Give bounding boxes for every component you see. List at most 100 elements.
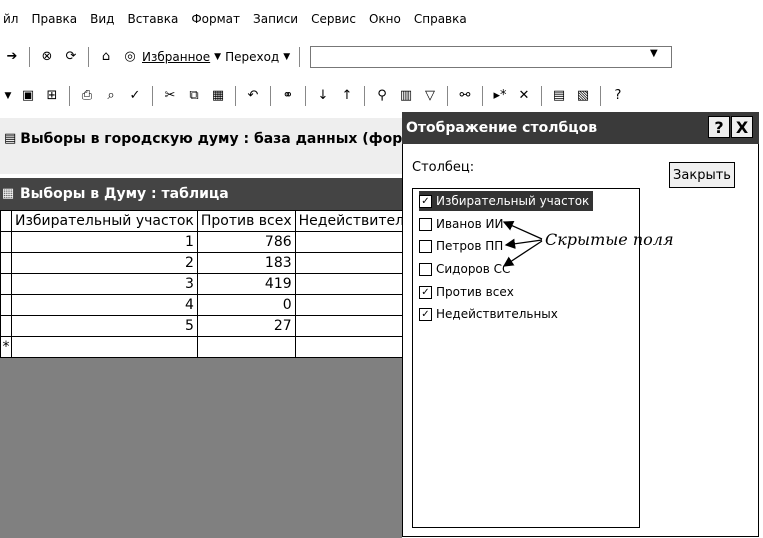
- toolbar-separator: [482, 86, 483, 106]
- menu-tools[interactable]: Сервис: [311, 12, 356, 26]
- table-cell[interactable]: [196, 336, 296, 358]
- table-row[interactable]: 4 0 11: [0, 294, 445, 316]
- column-checkbox-item[interactable]: Сидоров СС: [419, 259, 510, 279]
- database-window-title[interactable]: ▤ Выборы в городскую думу : база данных …: [0, 126, 402, 152]
- copy-icon[interactable]: ⧉: [186, 88, 202, 104]
- menu-help[interactable]: Справка: [414, 12, 467, 26]
- cut-icon[interactable]: ✂: [162, 88, 178, 104]
- sort-ascending-icon[interactable]: ↓: [315, 88, 331, 104]
- table-row[interactable]: 2 183 0: [0, 252, 445, 274]
- column-checkbox-item[interactable]: ✓ Против всех: [419, 282, 514, 302]
- table-cell[interactable]: 419: [196, 273, 296, 295]
- column-item-label: Недействительных: [436, 307, 558, 321]
- goto-menu[interactable]: Переход: [225, 50, 279, 64]
- table-cell[interactable]: 786: [196, 231, 296, 253]
- view-dropdown-icon[interactable]: ▼: [4, 88, 12, 104]
- database-window-icon[interactable]: ▤: [551, 88, 567, 104]
- menu-insert[interactable]: Вставка: [127, 12, 178, 26]
- help-icon[interactable]: ?: [610, 88, 626, 104]
- table-cell[interactable]: 2: [11, 252, 198, 274]
- new-record-row[interactable]: *: [0, 336, 445, 358]
- filter-by-selection-icon[interactable]: ⚲: [374, 88, 390, 104]
- row-selector[interactable]: [0, 294, 12, 316]
- print-icon[interactable]: ⎙: [79, 88, 95, 104]
- dialog-title: Отображение столбцов: [406, 120, 598, 136]
- hidden-fields-annotation: Скрытые поля: [545, 230, 674, 249]
- print-preview-db-icon[interactable]: ⊞: [44, 88, 60, 104]
- close-button[interactable]: Закрыть: [669, 162, 735, 188]
- new-object-icon[interactable]: ▧: [575, 88, 591, 104]
- menu-view[interactable]: Вид: [90, 12, 114, 26]
- find-icon[interactable]: ⚯: [457, 88, 473, 104]
- table-row[interactable]: 5 27 0: [0, 315, 445, 337]
- row-selector[interactable]: [0, 273, 12, 295]
- chevron-down-icon: ▼: [214, 52, 222, 62]
- save-icon[interactable]: ▣: [20, 88, 36, 104]
- table-cell[interactable]: 0: [196, 294, 296, 316]
- refresh-icon[interactable]: ⟳: [63, 49, 79, 65]
- toolbar-separator: [299, 47, 301, 67]
- menu-format[interactable]: Формат: [191, 12, 240, 26]
- column-checkbox-item[interactable]: ✓ Избирательный участок: [419, 191, 594, 211]
- table-cell[interactable]: 3: [11, 273, 198, 295]
- preview-icon[interactable]: ⌕: [103, 88, 119, 104]
- table-icon: ▦: [1, 186, 15, 201]
- menu-records[interactable]: Записи: [253, 12, 298, 26]
- checkbox-unchecked-icon[interactable]: [419, 239, 432, 253]
- table-cell[interactable]: 5: [11, 315, 198, 337]
- toolbar-separator: [305, 86, 306, 106]
- web-toolbar: ➔ ⊗ ⟳ ⌂ ◎ Избранное ▼ Переход ▼ ▤ ▼: [0, 40, 763, 74]
- checkbox-unchecked-icon[interactable]: [419, 262, 432, 276]
- annotation-arrows: [502, 220, 543, 267]
- apply-filter-icon[interactable]: ▽: [422, 88, 438, 104]
- column-header[interactable]: Избирательный участок: [11, 210, 198, 232]
- checkbox-checked-icon[interactable]: ✓: [419, 307, 432, 321]
- forward-arrow-icon[interactable]: ➔: [4, 49, 20, 65]
- column-checkbox-item[interactable]: Иванов ИИ: [419, 214, 503, 234]
- checkbox-checked-icon[interactable]: ✓: [419, 285, 432, 299]
- table-cell[interactable]: 27: [196, 315, 296, 337]
- menu-edit[interactable]: Правка: [31, 12, 77, 26]
- checkbox-checked-icon[interactable]: ✓: [419, 194, 432, 208]
- table-row[interactable]: 1 786 3: [0, 231, 445, 253]
- search-web-icon[interactable]: ◎: [122, 49, 138, 65]
- row-selector[interactable]: [0, 252, 12, 274]
- column-checkbox-item[interactable]: ✓ Недействительных: [419, 304, 558, 324]
- table-cell[interactable]: 4: [11, 294, 198, 316]
- chevron-down-icon[interactable]: ▼: [650, 48, 658, 59]
- paste-icon[interactable]: ▦: [210, 88, 226, 104]
- hyperlink-icon[interactable]: ⚭: [280, 88, 296, 104]
- chevron-down-icon: ▼: [283, 52, 291, 62]
- checkbox-unchecked-icon[interactable]: [419, 217, 432, 231]
- row-selector[interactable]: [0, 231, 12, 253]
- help-button[interactable]: ?: [708, 116, 730, 138]
- header-row: Избирательный участок Против всех Недейс…: [0, 210, 445, 232]
- new-record-icon[interactable]: ▸*: [492, 88, 508, 104]
- row-selector-header[interactable]: [0, 210, 12, 232]
- sort-descending-icon[interactable]: ↑: [339, 88, 355, 104]
- new-record-marker[interactable]: *: [0, 336, 12, 358]
- database-window-title-text: Выборы в городскую думу : база данных (ф…: [20, 131, 402, 147]
- menu-window[interactable]: Окно: [369, 12, 401, 26]
- stop-icon[interactable]: ⊗: [39, 49, 55, 65]
- table-window-title[interactable]: ▦ Выборы в Думу : таблица: [0, 178, 402, 210]
- column-label: Столбец:: [412, 160, 475, 175]
- menu-file[interactable]: йл: [3, 12, 18, 26]
- home-icon[interactable]: ⌂: [98, 49, 114, 65]
- close-x-button[interactable]: X: [731, 116, 753, 138]
- dialog-title-bar[interactable]: Отображение столбцов ? X: [402, 112, 759, 144]
- column-header[interactable]: Против всех: [196, 210, 296, 232]
- spelling-icon[interactable]: ✓: [127, 88, 143, 104]
- address-input[interactable]: [310, 46, 672, 68]
- row-selector[interactable]: [0, 315, 12, 337]
- favorites-menu[interactable]: Избранное: [142, 50, 210, 64]
- filter-by-form-icon[interactable]: ▥: [398, 88, 414, 104]
- table-cell[interactable]: [11, 336, 198, 358]
- delete-record-icon[interactable]: ✕: [516, 88, 532, 104]
- table-row[interactable]: 3 419 6: [0, 273, 445, 295]
- table-cell[interactable]: 183: [196, 252, 296, 274]
- toolbar-separator: [152, 86, 153, 106]
- table-cell[interactable]: 1: [11, 231, 198, 253]
- column-checkbox-item[interactable]: Петров ПП: [419, 236, 503, 256]
- undo-icon[interactable]: ↶: [245, 88, 261, 104]
